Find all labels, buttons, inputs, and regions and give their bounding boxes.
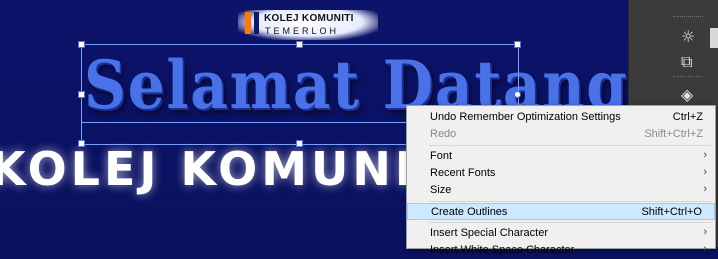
menu-item-shortcut: Shift+Ctrl+Z bbox=[644, 128, 703, 140]
menu-item-insert-special-character[interactable]: Insert Special Character › bbox=[407, 225, 715, 242]
menu-item-label: Redo bbox=[430, 128, 457, 140]
selection-handle-top-middle[interactable] bbox=[296, 41, 303, 48]
menu-item-label: Insert White Space Character bbox=[430, 244, 575, 256]
selection-handle-top-left[interactable] bbox=[78, 41, 85, 48]
menu-item-label: Create Outlines bbox=[431, 206, 508, 218]
menu-item-label: Font bbox=[430, 150, 453, 162]
panel-grip[interactable] bbox=[673, 16, 703, 20]
college-logo: KOLEJ KOMUNITI TEMERLOH bbox=[238, 10, 378, 40]
menu-separator bbox=[429, 201, 711, 202]
menu-item-shortcut: Shift+Ctrl+O bbox=[641, 206, 702, 218]
selection-handle-top-right[interactable] bbox=[514, 41, 521, 48]
chevron-right-icon: › bbox=[703, 166, 707, 178]
menu-item-redo[interactable]: Redo Shift+Ctrl+Z bbox=[407, 126, 715, 143]
context-menu: Undo Remember Optimization Settings Ctrl… bbox=[406, 105, 716, 256]
logo-bar-orange bbox=[245, 12, 251, 34]
logo-text-line2: TEMERLOH bbox=[265, 26, 340, 36]
menu-item-size[interactable]: Size › bbox=[407, 182, 715, 199]
menu-item-label: Recent Fonts bbox=[430, 167, 496, 179]
menu-item-font[interactable]: Font › bbox=[407, 148, 715, 165]
selection-handle-middle-left[interactable] bbox=[78, 91, 85, 98]
menu-item-shortcut: Ctrl+Z bbox=[672, 111, 703, 123]
menu-item-label: Insert Special Character bbox=[430, 227, 548, 239]
chevron-right-icon: › bbox=[703, 183, 707, 195]
layers-icon[interactable]: ◈ bbox=[681, 85, 693, 104]
chevron-right-icon: › bbox=[703, 149, 707, 161]
sun-icon[interactable]: ☼ bbox=[681, 27, 695, 46]
logo-bar-navy bbox=[254, 12, 259, 34]
chevron-right-icon: › bbox=[703, 243, 707, 255]
menu-separator bbox=[429, 222, 711, 223]
menu-item-recent-fonts[interactable]: Recent Fonts › bbox=[407, 165, 715, 182]
panel-grip[interactable] bbox=[673, 76, 703, 80]
menu-separator bbox=[429, 145, 711, 146]
panel-edge-tab[interactable] bbox=[710, 28, 718, 48]
menu-item-undo[interactable]: Undo Remember Optimization Settings Ctrl… bbox=[407, 109, 715, 126]
selection-handle-middle-right[interactable] bbox=[514, 91, 521, 98]
export-icon[interactable]: ⧉ bbox=[681, 52, 692, 72]
menu-item-label: Size bbox=[430, 184, 452, 196]
chevron-right-icon: › bbox=[703, 226, 707, 238]
menu-item-create-outlines[interactable]: Create Outlines Shift+Ctrl+O bbox=[407, 203, 715, 220]
menu-item-label: Undo Remember Optimization Settings bbox=[430, 111, 621, 123]
logo-text-line1: KOLEJ KOMUNITI bbox=[264, 13, 354, 24]
menu-item-insert-white-space-character[interactable]: Insert White Space Character › bbox=[407, 242, 715, 259]
